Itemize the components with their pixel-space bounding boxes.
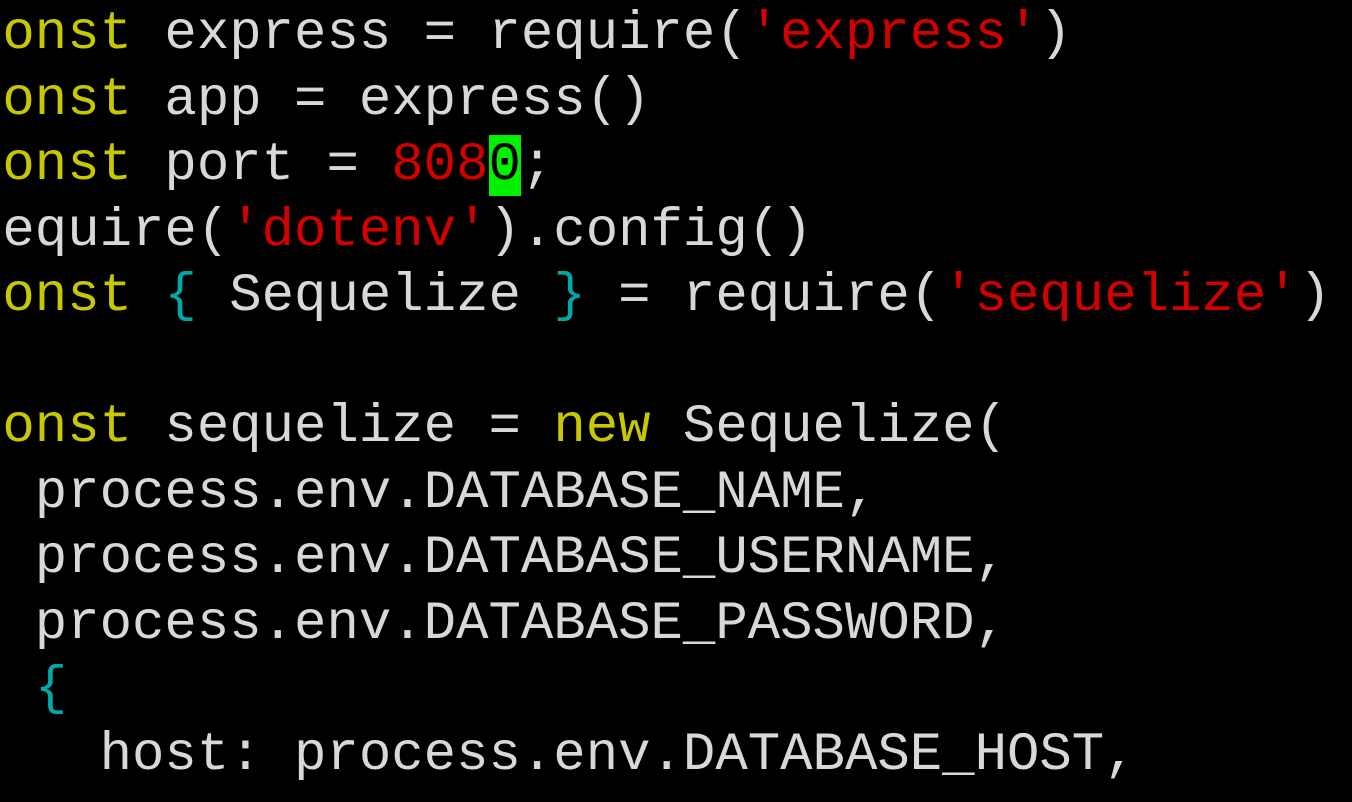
code-area[interactable]: const express = require('express')const … xyxy=(0,2,1331,788)
text-cursor: 0 xyxy=(488,135,521,196)
string-token: 'dotenv' xyxy=(229,200,489,262)
code-line[interactable]: const express = require('express') xyxy=(0,2,1331,68)
code-line[interactable]: process.env.DATABASE_PASSWORD, xyxy=(0,592,1331,658)
code-token: process.env.DATABASE_NAME, xyxy=(0,462,878,524)
code-line[interactable]: process.env.DATABASE_NAME, xyxy=(0,461,1331,527)
code-token: ; xyxy=(520,135,554,196)
keyword-token: const xyxy=(0,69,133,131)
code-token: app = express() xyxy=(132,69,651,131)
brace-token: } xyxy=(553,266,586,327)
code-token: ) xyxy=(1298,266,1332,327)
code-token: require( xyxy=(0,200,230,262)
code-line[interactable]: const app = express() xyxy=(0,68,1331,134)
code-token: ).config() xyxy=(488,200,813,262)
brace-token: { xyxy=(34,659,68,720)
code-token: host: process.env.DATABASE_HOST, xyxy=(0,724,1137,786)
code-token: port = xyxy=(132,135,392,196)
code-token: sequelize = xyxy=(132,397,554,458)
code-line[interactable]: const port = 8080; xyxy=(0,133,1331,199)
code-line[interactable]: require('dotenv').config() xyxy=(0,199,1331,265)
code-token: express = require( xyxy=(132,4,748,65)
code-token: Sequelize xyxy=(196,266,554,327)
keyword-token: const xyxy=(0,266,133,327)
code-token: ) xyxy=(1039,4,1072,65)
brace-token: { xyxy=(164,266,197,327)
keyword-token: const xyxy=(0,397,133,458)
code-line[interactable]: const sequelize = new Sequelize( xyxy=(0,395,1331,461)
keyword-token: const xyxy=(0,135,133,196)
code-editor[interactable]: const express = require('express')const … xyxy=(0,0,1352,802)
keyword-token: const xyxy=(0,4,133,65)
number-token: 808 xyxy=(391,135,489,196)
code-token: = require( xyxy=(585,266,943,327)
code-line[interactable]: host: process.env.DATABASE_HOST, xyxy=(0,723,1331,789)
code-line[interactable] xyxy=(0,330,1331,396)
code-line[interactable]: const { Sequelize } = require('sequelize… xyxy=(0,264,1331,330)
code-line[interactable]: process.env.DATABASE_USERNAME, xyxy=(0,526,1331,592)
keyword-token: new xyxy=(553,397,651,458)
string-token: 'sequelize' xyxy=(942,266,1299,327)
string-token: 'express' xyxy=(747,4,1040,65)
code-line[interactable]: { xyxy=(0,657,1331,723)
code-token: Sequelize( xyxy=(650,397,1007,458)
code-token: process.env.DATABASE_PASSWORD, xyxy=(0,593,1007,655)
code-token: process.env.DATABASE_USERNAME, xyxy=(0,528,1007,589)
